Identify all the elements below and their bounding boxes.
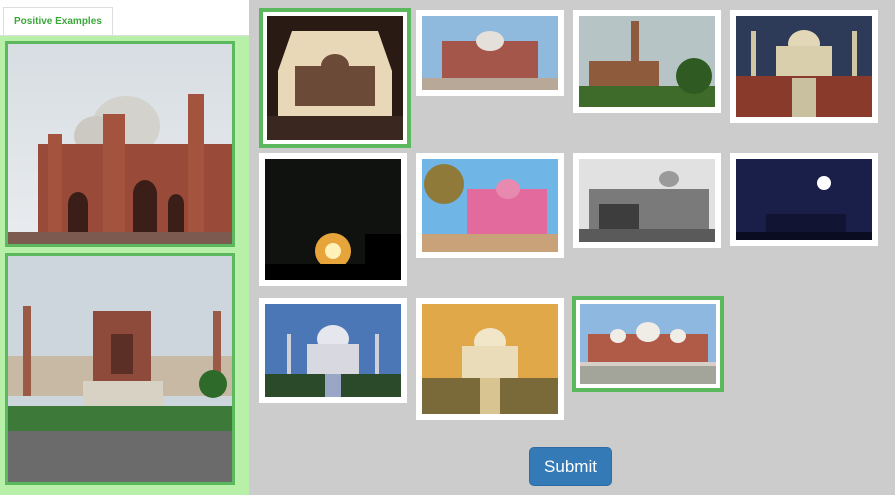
image-taj-golden-sky[interactable] bbox=[416, 298, 564, 420]
positive-examples-panel bbox=[0, 36, 249, 495]
positive-example-mosque-domes bbox=[5, 41, 235, 247]
image-taj-moonlight[interactable] bbox=[730, 153, 878, 246]
image-taj-pool-view[interactable] bbox=[730, 10, 878, 123]
tab-positive-examples[interactable]: Positive Examples bbox=[3, 7, 113, 35]
image-minaret-ruin[interactable] bbox=[573, 10, 721, 113]
image-mosque-crowd[interactable] bbox=[572, 296, 724, 392]
image-red-mosque[interactable] bbox=[416, 10, 564, 96]
image-sunset-silhouette[interactable] bbox=[259, 153, 407, 286]
image-bw-cityscape[interactable] bbox=[573, 153, 721, 248]
image-pink-palace[interactable] bbox=[416, 153, 564, 258]
submit-button[interactable]: Submit bbox=[529, 447, 612, 486]
image-taj-blue-sky[interactable] bbox=[259, 298, 407, 403]
image-taj-through-frame[interactable] bbox=[259, 8, 411, 148]
positive-examples-sidebar: Positive Examples bbox=[0, 0, 249, 495]
positive-example-gateway-mosque bbox=[5, 253, 235, 485]
